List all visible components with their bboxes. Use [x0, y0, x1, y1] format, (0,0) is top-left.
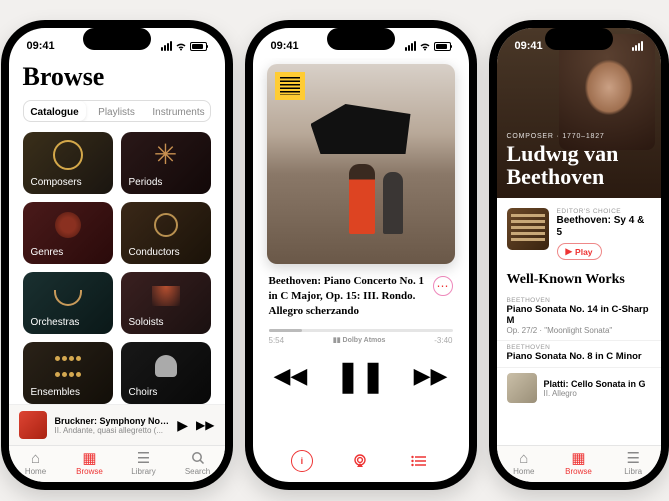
track-title: Beethoven: Piano Concerto No. 1 in C Maj… — [269, 274, 425, 319]
home-icon: ⌂ — [519, 450, 528, 466]
more-button[interactable]: ⋯ — [433, 276, 453, 296]
page-title: Browse — [9, 58, 225, 100]
editors-choice[interactable]: EDITOR'S CHOICE Beethoven: Sy 4 & 5 ▶ Pl… — [497, 198, 661, 270]
nav-library[interactable]: ☰Library — [117, 450, 171, 476]
battery-icon — [434, 42, 451, 51]
mini-player-subtitle: II. Allegro — [544, 389, 651, 398]
search-icon — [191, 450, 205, 466]
notch — [327, 28, 395, 50]
phone-composer: 09:41 COMPOSER · 1770–1827 Ludwig van Be… — [489, 20, 669, 490]
wifi-icon — [175, 42, 187, 51]
mini-player[interactable]: Platti: Cello Sonata in G II. Allegro — [497, 368, 661, 408]
play-button[interactable]: ▶ Play — [557, 243, 602, 260]
tab-playlists[interactable]: Playlists — [86, 101, 148, 121]
notch — [545, 28, 613, 50]
artwork-figure — [383, 172, 403, 234]
work-item[interactable]: BEETHOVEN Piano Sonata No. 14 in C-Sharp… — [497, 294, 661, 341]
mini-player-title: Bruckner: Symphony No. 4 i... — [55, 416, 170, 426]
info-button[interactable]: i — [291, 450, 313, 472]
card-periods[interactable]: ✳Periods — [121, 132, 211, 194]
home-icon: ⌂ — [31, 450, 40, 466]
phone-browse: 09:41 Browse Catalogue Playlists Instrum… — [1, 20, 233, 490]
section-heading: Well-Known Works — [497, 270, 661, 294]
rewind-button[interactable]: ◀◀ — [274, 363, 308, 389]
nav-home[interactable]: ⌂Home — [9, 450, 63, 476]
playback-controls: ◀◀ ❚❚ ▶▶ — [253, 359, 469, 394]
artwork-figure — [349, 164, 375, 234]
signal-icon — [632, 41, 643, 51]
dolby-badge: ▮▮ Dolby Atmos — [333, 336, 386, 344]
card-orchestras[interactable]: Orchestras — [23, 272, 113, 334]
library-icon: ☰ — [626, 450, 639, 466]
editors-choice-title: Beethoven: Sy 4 & 5 — [557, 215, 651, 239]
mini-player-artwork — [19, 411, 47, 439]
fast-forward-button[interactable]: ▶▶ — [414, 363, 448, 389]
nav-browse[interactable]: ▦Browse — [551, 450, 606, 476]
queue-button[interactable] — [408, 450, 430, 472]
nav-home[interactable]: ⌂Home — [497, 450, 552, 476]
status-time: 09:41 — [27, 40, 55, 52]
airplay-button[interactable] — [349, 450, 371, 472]
tab-catalogue[interactable]: Catalogue — [24, 101, 86, 121]
library-icon: ☰ — [137, 450, 150, 466]
signal-icon — [405, 41, 416, 51]
card-ensembles[interactable]: Ensembles — [23, 342, 113, 404]
wifi-icon — [419, 42, 431, 51]
nav-library[interactable]: ☰Libra — [606, 450, 661, 476]
editors-choice-artwork — [507, 208, 549, 250]
progress-bar[interactable] — [269, 329, 453, 332]
signal-icon — [161, 41, 172, 51]
status-time: 09:41 — [271, 40, 299, 52]
work-item[interactable]: BEETHOVEN Piano Sonata No. 8 in C Minor — [497, 341, 661, 368]
pause-button[interactable]: ❚❚ — [335, 359, 385, 394]
forward-icon[interactable]: ▶▶ — [196, 418, 214, 432]
card-genres[interactable]: Genres — [23, 202, 113, 264]
battery-icon — [190, 42, 207, 51]
artwork-piano — [311, 104, 411, 154]
mini-player-subtitle: II. Andante, quasi allegretto (... — [55, 426, 170, 435]
browse-icon: ▦ — [82, 450, 96, 466]
segmented-tabs: Catalogue Playlists Instruments — [23, 100, 211, 122]
label-logo-icon — [275, 72, 305, 100]
tab-instruments[interactable]: Instruments — [148, 101, 210, 121]
card-composers[interactable]: Composers — [23, 132, 113, 194]
card-conductors[interactable]: Conductors — [121, 202, 211, 264]
mini-player-artwork — [507, 373, 537, 403]
play-icon[interactable]: ▶ — [177, 417, 188, 434]
nav-browse[interactable]: ▦Browse — [63, 450, 117, 476]
bottom-nav: ⌂Home ▦Browse ☰Library Search — [9, 445, 225, 482]
album-artwork[interactable] — [267, 64, 455, 264]
browse-icon: ▦ — [571, 450, 585, 466]
nav-search[interactable]: Search — [171, 450, 225, 476]
card-choirs[interactable]: Choirs — [121, 342, 211, 404]
remaining-time: -3:40 — [434, 336, 452, 345]
phone-now-playing: 09:41 Beethoven: Piano Concerto No. 1 in… — [245, 20, 477, 490]
category-grid: Composers ✳Periods Genres Conductors Orc… — [9, 132, 225, 404]
bottom-nav: ⌂Home ▦Browse ☰Libra — [497, 445, 661, 482]
editors-choice-label: EDITOR'S CHOICE — [557, 208, 651, 215]
mini-player-title: Platti: Cello Sonata in G — [544, 379, 651, 389]
elapsed-time: 5:54 — [269, 336, 285, 345]
mini-player[interactable]: Bruckner: Symphony No. 4 i... II. Andant… — [9, 404, 225, 445]
card-soloists[interactable]: Soloists — [121, 272, 211, 334]
composer-meta: COMPOSER · 1770–1827 — [507, 133, 651, 140]
notch — [83, 28, 151, 50]
status-time: 09:41 — [515, 40, 543, 52]
